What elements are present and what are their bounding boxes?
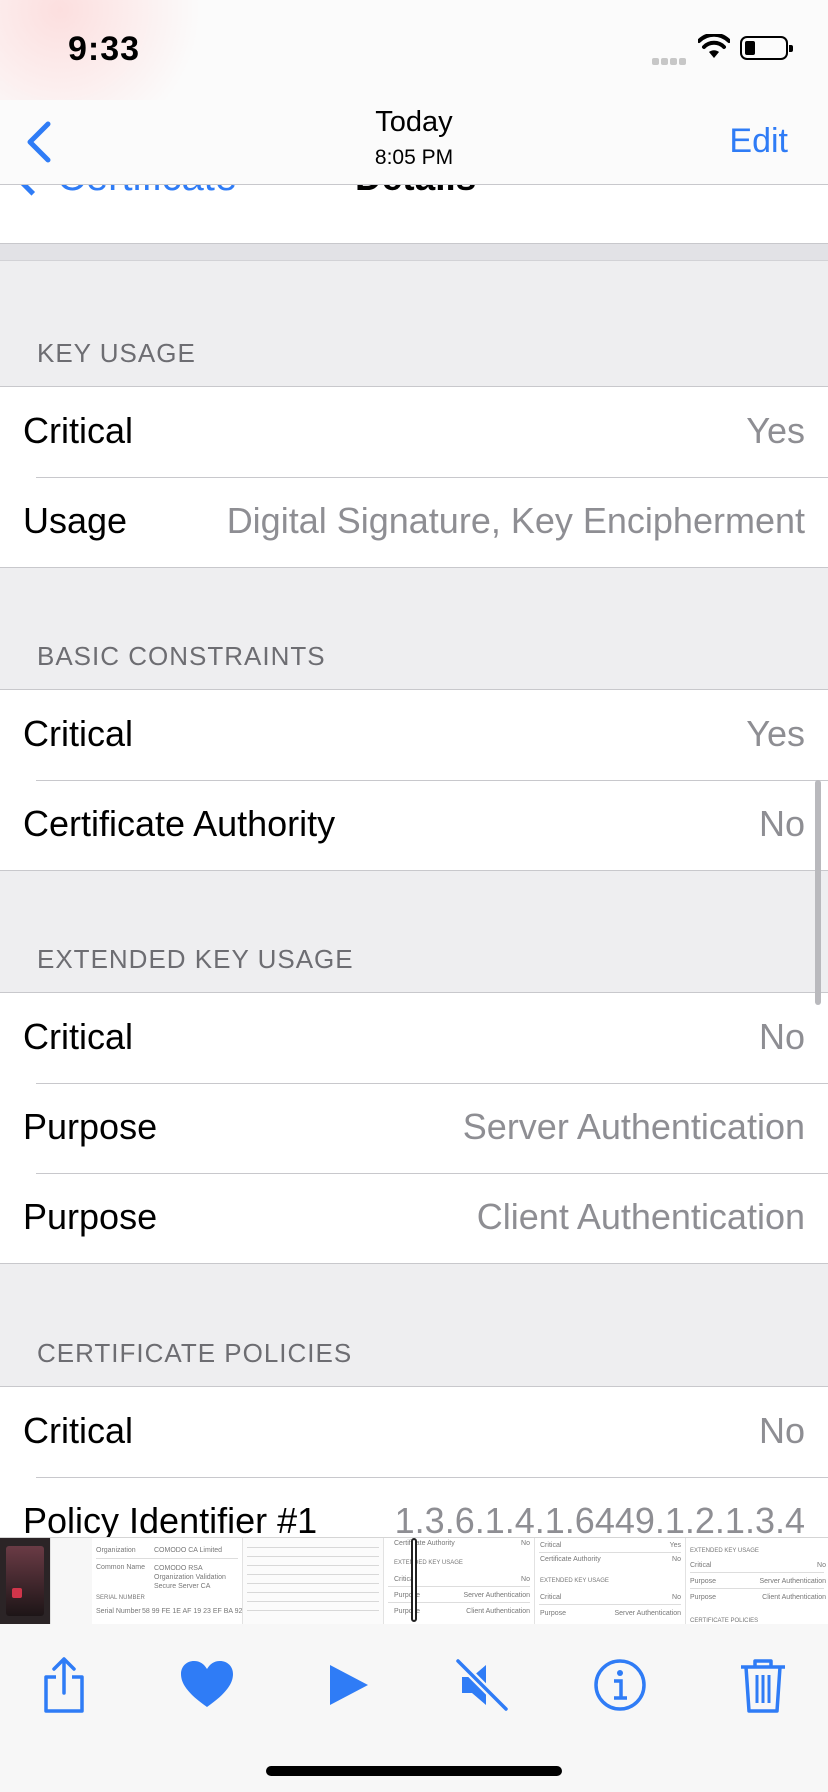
- thumb-text: Server Authentication: [759, 1578, 826, 1585]
- group-certificate-policies: Critical No Policy Identifier #1 1.3.6.1…: [0, 1386, 828, 1537]
- thumb-text: Purpose: [540, 1610, 567, 1617]
- thumb-text: SERIAL NUMBER: [96, 1595, 145, 1601]
- nav-subtitle: 8:05 PM: [374, 146, 454, 169]
- thumbnail[interactable]: [243, 1538, 384, 1624]
- thumb-text: No: [672, 1556, 681, 1563]
- thumb-text: EXTENDED KEY USAGE: [394, 1560, 463, 1566]
- row-value: Yes: [746, 713, 805, 754]
- certificate-back-label: Certificate: [57, 185, 237, 199]
- thumb-text: CERTIFICATE POLICIES: [690, 1618, 759, 1624]
- row-label: Critical: [23, 1410, 134, 1451]
- group-key-usage: Critical Yes Usage Digital Signature, Ke…: [0, 386, 828, 568]
- thumbnail[interactable]: Organization COMODO CA Limited Common Na…: [92, 1538, 243, 1624]
- row-label: Usage: [23, 500, 128, 541]
- info-icon[interactable]: [590, 1655, 650, 1715]
- table-row: Purpose Client Authentication: [0, 1173, 828, 1263]
- row-label: Critical: [23, 1016, 134, 1057]
- battery-icon: [740, 36, 793, 60]
- thumbnail[interactable]: Certificate Authority No EXTENDED KEY US…: [384, 1538, 535, 1624]
- thumb-text: COMODO CA Limited: [154, 1547, 223, 1554]
- thumb-text: COMODO RSA Organization Validation Secur…: [154, 1565, 226, 1590]
- thumb-text: Common Name: [96, 1564, 146, 1571]
- thumbnail[interactable]: EXTENDED KEY USAGE Critical No Purpose S…: [686, 1538, 828, 1624]
- row-label: Purpose: [23, 1196, 158, 1237]
- table-row: Critical Yes: [0, 387, 828, 477]
- scrollbar[interactable]: [815, 780, 821, 1005]
- certificate-back-link: Certificate: [12, 185, 237, 200]
- thumbnail-strip[interactable]: Organization COMODO CA Limited Common Na…: [0, 1537, 828, 1626]
- thumb-text: Critical: [540, 1542, 562, 1549]
- thumb-text: EXTENDED KEY USAGE: [690, 1548, 759, 1554]
- wifi-icon: [698, 34, 730, 58]
- edit-button[interactable]: Edit: [729, 122, 788, 161]
- section-header-certificate-policies: CERTIFICATE POLICIES: [37, 1338, 353, 1368]
- thumb-text: Server Authentication: [463, 1592, 530, 1599]
- thumb-text: Certificate Authority: [394, 1540, 455, 1547]
- group-extended-key-usage: Critical No Purpose Server Authenticatio…: [0, 992, 828, 1264]
- certificate-subnav: Certificate Details: [0, 185, 828, 244]
- chevron-left-icon: [12, 185, 51, 196]
- thumb-text: Purpose: [690, 1594, 717, 1601]
- row-value: 1.3.6.1.4.1.6449.1.2.1.3.4: [394, 1500, 805, 1537]
- status-bar: 9:33: [0, 0, 828, 100]
- row-value: Digital Signature, Key Encipherment: [226, 500, 805, 541]
- thumb-text: Yes: [669, 1542, 681, 1549]
- cellular-signal-icon: [652, 52, 688, 70]
- table-row: Certificate Authority No: [0, 780, 828, 870]
- thumb-text: No: [521, 1540, 530, 1547]
- heart-icon[interactable]: [177, 1655, 237, 1715]
- table-row: Policy Identifier #1 1.3.6.1.4.1.6449.1.…: [0, 1477, 828, 1537]
- row-value: Yes: [746, 410, 805, 451]
- row-label: Policy Identifier #1: [23, 1500, 318, 1537]
- row-label: Critical: [23, 713, 134, 754]
- thumb-text: 58 99 FE 1E AF 19 23 EF BA 92: [142, 1608, 243, 1615]
- thumb-text: Client Authentication: [466, 1608, 530, 1615]
- section-header-basic-constraints: BASIC CONSTRAINTS: [37, 641, 326, 671]
- details-title: Details: [355, 185, 476, 199]
- nav-title: Today: [375, 106, 453, 138]
- thumb-text: Serial Number: [96, 1608, 141, 1615]
- thumbnail[interactable]: Critical Yes Certificate Authority No EX…: [535, 1538, 686, 1624]
- thumb-text: No: [672, 1594, 681, 1601]
- divider: [0, 244, 828, 261]
- speaker-muted-icon[interactable]: [452, 1655, 512, 1715]
- table-row: Purpose Server Authentication: [0, 1083, 828, 1173]
- thumb-text: Purpose: [690, 1578, 717, 1585]
- thumb-text: EXTENDED KEY USAGE: [540, 1578, 609, 1584]
- home-indicator[interactable]: [266, 1766, 562, 1776]
- thumb-text: Critical: [540, 1594, 562, 1601]
- thumb-text: Certificate Authority: [540, 1556, 601, 1563]
- photo-content[interactable]: Certificate Details KEY USAGE Critical Y…: [0, 185, 828, 1537]
- play-icon[interactable]: [318, 1655, 378, 1715]
- row-label: Certificate Authority: [23, 803, 336, 844]
- section-header-key-usage: KEY USAGE: [37, 338, 196, 368]
- thumb-text: Organization: [96, 1547, 136, 1554]
- table-row: Usage Digital Signature, Key Enciphermen…: [0, 477, 828, 567]
- trash-icon[interactable]: [733, 1655, 793, 1715]
- row-value: Client Authentication: [476, 1196, 805, 1237]
- navigation-bar: Today 8:05 PM Edit: [0, 100, 828, 185]
- table-row: Critical No: [0, 993, 828, 1083]
- row-value: No: [758, 803, 805, 844]
- thumb-text: Server Authentication: [614, 1610, 681, 1617]
- table-row: Critical No: [0, 1387, 828, 1477]
- thumb-text: No: [521, 1576, 530, 1583]
- row-value: No: [758, 1016, 805, 1057]
- section-header-extended-key-usage: EXTENDED KEY USAGE: [37, 944, 354, 974]
- thumb-text: Critical: [690, 1562, 712, 1569]
- thumb-text: No: [817, 1562, 826, 1569]
- group-basic-constraints: Critical Yes Certificate Authority No: [0, 689, 828, 871]
- table-row: Critical Yes: [0, 690, 828, 780]
- thumb-text: Client Authentication: [762, 1594, 826, 1601]
- share-icon[interactable]: [34, 1655, 94, 1715]
- row-value: Server Authentication: [462, 1106, 805, 1147]
- row-label: Purpose: [23, 1106, 158, 1147]
- status-time: 9:33: [68, 30, 141, 68]
- thumbnail-scrubber[interactable]: [411, 1538, 417, 1622]
- thumbnail[interactable]: [0, 1538, 51, 1624]
- row-value: No: [758, 1410, 805, 1451]
- row-label: Critical: [23, 410, 134, 451]
